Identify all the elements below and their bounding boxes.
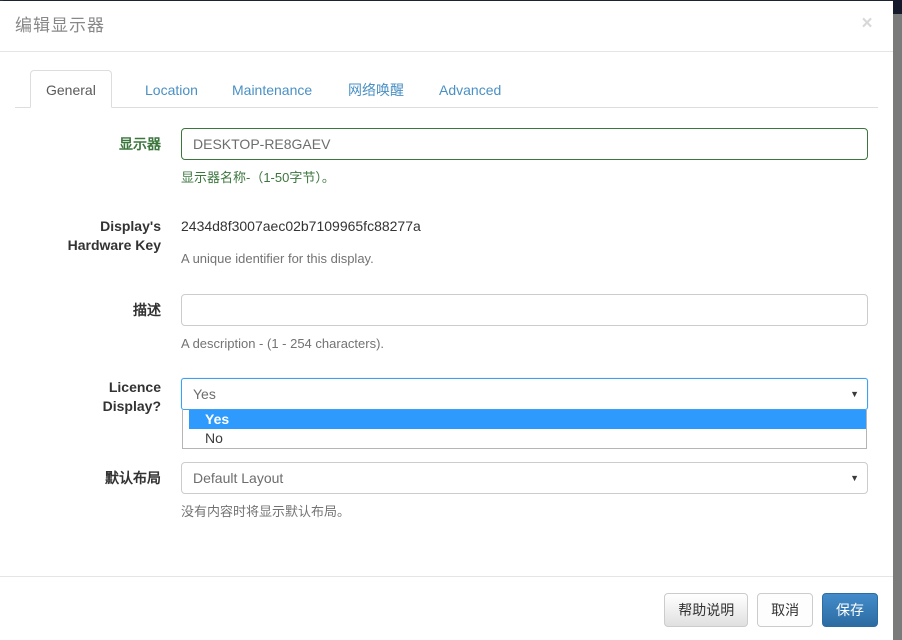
save-button[interactable]: 保存 <box>822 593 878 627</box>
default-layout-selected-value: Default Layout <box>193 470 284 486</box>
hardware-key-value: 2434d8f3007aec02b7109965fc88277a <box>181 218 421 234</box>
default-layout-label: 默认布局 <box>105 470 161 486</box>
display-name-label: 显示器 <box>119 136 161 152</box>
default-layout-select[interactable]: Default Layout ▼ <box>181 462 868 494</box>
help-button[interactable]: 帮助说明 <box>664 593 749 627</box>
tab-maintenance[interactable]: Maintenance <box>216 70 328 108</box>
licence-display-option-no[interactable]: No <box>183 429 866 448</box>
licence-display-selected-value: Yes <box>193 386 216 402</box>
tab-general[interactable]: General <box>30 70 112 108</box>
chevron-down-icon: ▼ <box>850 473 859 483</box>
licence-display-label-line1: Licence <box>108 379 161 395</box>
hardware-key-label-line1: Display's <box>100 218 161 234</box>
modal-header: 编辑显示器 × <box>0 1 893 52</box>
description-help: A description - (1 - 254 characters). <box>181 336 385 351</box>
hardware-key-label-line2: Hardware Key <box>67 237 161 253</box>
edit-display-modal: 编辑显示器 × General Location Maintenance 网络唤… <box>0 1 893 640</box>
cancel-button[interactable]: 取消 <box>757 593 814 627</box>
description-label: 描述 <box>133 302 161 318</box>
form-row-display-name: 显示器 显示器名称-（1-50字节）。 <box>15 128 878 187</box>
licence-display-label: Licence Display? <box>15 378 161 416</box>
form-row-hardware-key: Display's Hardware Key 2434d8f3007aec02b… <box>15 217 878 268</box>
form-row-description: 描述 A description - (1 - 254 characters). <box>15 294 878 353</box>
form-row-default-layout: 默认布局 Default Layout ▼ 没有内容时将显示默认布局。 <box>15 462 878 521</box>
modal-title: 编辑显示器 <box>15 16 105 35</box>
display-name-input[interactable] <box>181 128 868 160</box>
form-row-licence-display: Licence Display? Yes ▼ Yes No <box>15 378 878 449</box>
hardware-key-help: A unique identifier for this display. <box>181 251 374 266</box>
licence-display-option-yes[interactable]: Yes <box>183 410 866 429</box>
licence-display-label-line2: Display? <box>102 398 161 414</box>
page-scrollbar-top-cap <box>893 0 902 14</box>
description-input[interactable] <box>181 294 868 326</box>
default-layout-help: 没有内容时将显示默认布局。 <box>181 504 351 519</box>
hardware-key-label: Display's Hardware Key <box>15 217 161 255</box>
display-name-help: 显示器名称-（1-50字节）。 <box>181 170 335 185</box>
chevron-down-icon: ▼ <box>850 389 859 399</box>
close-icon[interactable]: × <box>857 13 877 33</box>
general-tab-form: 显示器 显示器名称-（1-50字节）。 Display's Hardware K… <box>0 128 893 521</box>
tab-advanced[interactable]: Advanced <box>423 70 517 108</box>
licence-display-option-list: Yes No <box>182 410 867 449</box>
page-scrollbar-thumb[interactable] <box>893 14 902 640</box>
tab-location[interactable]: Location <box>129 70 214 108</box>
licence-display-select[interactable]: Yes ▼ Yes No <box>181 378 868 449</box>
tab-wake-on-lan[interactable]: 网络唤醒 <box>332 70 420 108</box>
tab-bar: General Location Maintenance 网络唤醒 Advanc… <box>15 70 878 108</box>
modal-footer: 帮助说明 取消 保存 <box>0 576 893 640</box>
